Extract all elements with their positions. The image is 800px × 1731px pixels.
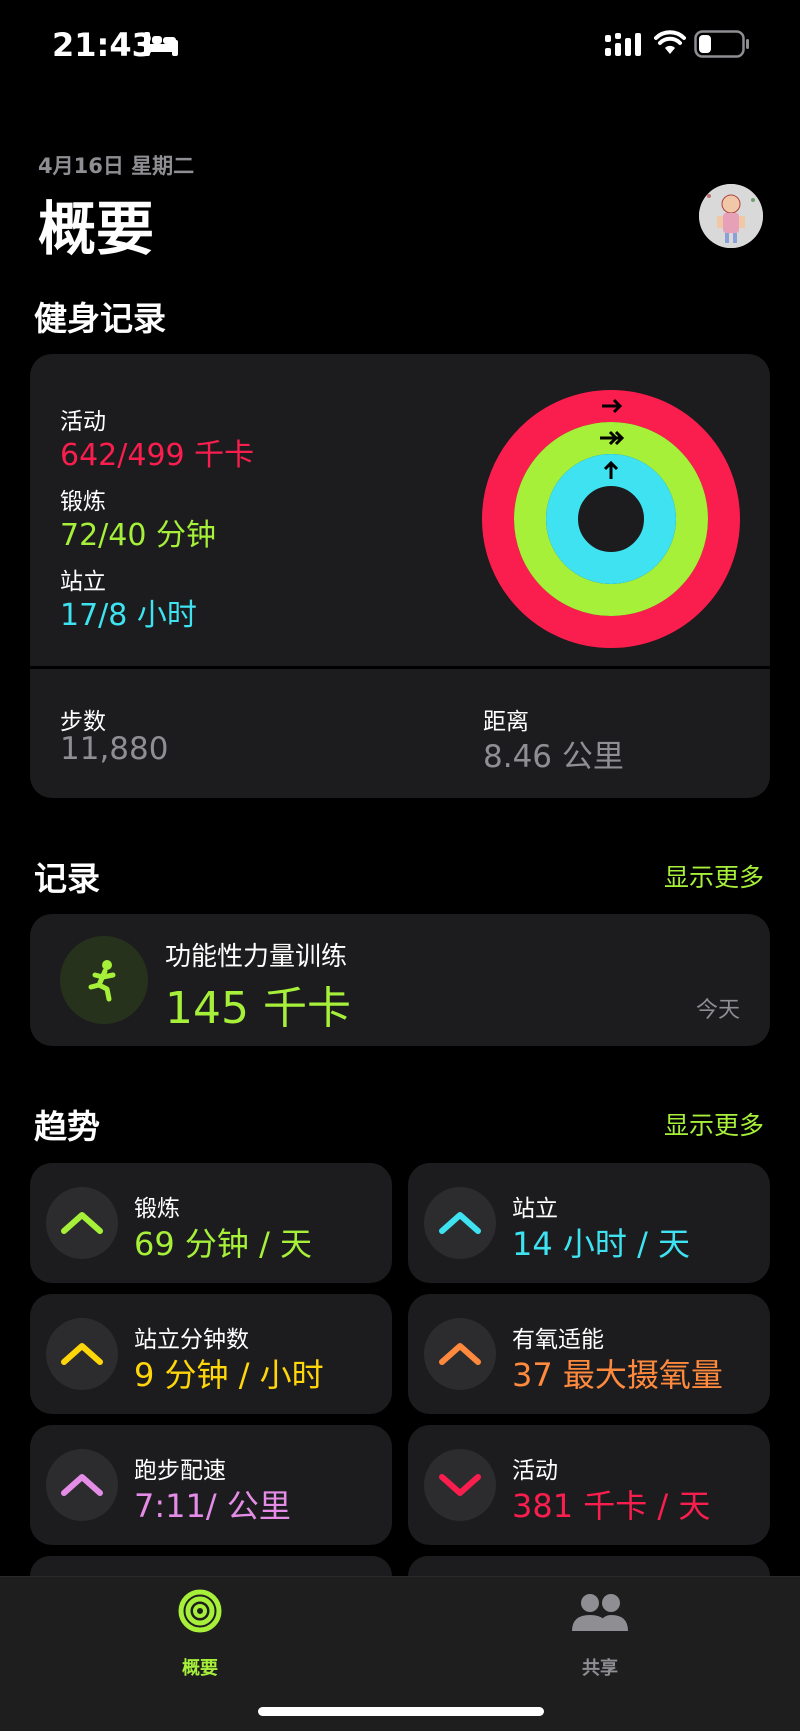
- status-time: 21:43: [52, 26, 154, 64]
- tab-sharing-label: 共享: [582, 1658, 618, 1679]
- trend-value: 381 千卡 / 天: [512, 1487, 711, 1525]
- activity-rings: [482, 390, 740, 648]
- workout-name: 功能性力量训练: [165, 942, 348, 972]
- trend-up-icon: [424, 1318, 496, 1390]
- trends-section-title: 趋势: [34, 1107, 100, 1146]
- trend-value: 69 分钟 / 天: [134, 1225, 313, 1263]
- distance-value: 8.46 公里: [483, 739, 624, 775]
- stand-ring: [546, 454, 676, 584]
- trend-value: 7:11/ 公里: [134, 1487, 291, 1525]
- wifi-icon: [654, 30, 686, 54]
- tab-sharing[interactable]: 共享: [500, 1577, 700, 1687]
- home-indicator: [258, 1707, 544, 1716]
- tab-summary[interactable]: 概要: [100, 1577, 300, 1687]
- trend-card-exercise[interactable]: 锻炼 69 分钟 / 天: [30, 1163, 392, 1283]
- date-label: 4月16日 星期二: [38, 154, 195, 178]
- strength-training-icon: [60, 936, 148, 1024]
- trend-label: 站立分钟数: [134, 1327, 249, 1353]
- exercise-value: 72/40 分钟: [60, 518, 216, 553]
- workout-card[interactable]: 功能性力量训练 145 千卡 今天: [30, 914, 770, 1046]
- avatar-image: [699, 184, 763, 248]
- fitness-section-title: 健身记录: [34, 299, 166, 338]
- sleep-bed-icon: [144, 32, 178, 56]
- trend-value: 14 小时 / 天: [512, 1225, 691, 1263]
- cellular-signal-icon: [605, 33, 641, 56]
- trend-label: 活动: [512, 1458, 558, 1484]
- trend-card-stand-minutes[interactable]: 站立分钟数 9 分钟 / 小时: [30, 1294, 392, 1414]
- workout-value: 145 千卡: [165, 983, 351, 1034]
- trend-card-cardio-fitness[interactable]: 有氧适能 37 最大摄氧量: [408, 1294, 770, 1414]
- rings-icon: [178, 1589, 222, 1633]
- card-divider: [30, 666, 770, 669]
- battery-icon: [694, 30, 749, 58]
- people-icon: [572, 1594, 628, 1631]
- trend-label: 站立: [512, 1196, 558, 1222]
- activity-card[interactable]: 活动 642/499 千卡 锻炼 72/40 分钟 站立 17/8 小时 步数 …: [30, 354, 770, 798]
- page-title: 概要: [38, 195, 155, 263]
- status-bar: 21:43: [0, 0, 800, 92]
- stand-value: 17/8 小时: [60, 598, 197, 633]
- trend-card-running-pace[interactable]: 跑步配速 7:11/ 公里: [30, 1425, 392, 1545]
- trend-value: 9 分钟 / 小时: [134, 1356, 324, 1394]
- trend-value: 37 最大摄氧量: [512, 1356, 723, 1394]
- steps-value: 11,880: [60, 731, 169, 767]
- records-section-title: 记录: [34, 859, 100, 898]
- trend-up-icon: [424, 1187, 496, 1259]
- trends-show-more-link[interactable]: 显示更多: [664, 1106, 764, 1142]
- trend-up-icon: [46, 1449, 118, 1521]
- records-show-more-link[interactable]: 显示更多: [664, 858, 764, 894]
- trend-up-icon: [46, 1187, 118, 1259]
- trend-label: 跑步配速: [134, 1458, 226, 1484]
- move-value: 642/499 千卡: [60, 438, 255, 473]
- trend-down-icon: [424, 1449, 496, 1521]
- trend-card-move[interactable]: 活动 381 千卡 / 天: [408, 1425, 770, 1545]
- trend-card-stand[interactable]: 站立 14 小时 / 天: [408, 1163, 770, 1283]
- avatar[interactable]: [699, 184, 763, 248]
- trend-label: 锻炼: [134, 1196, 180, 1222]
- trend-up-icon: [46, 1318, 118, 1390]
- trend-label: 有氧适能: [512, 1327, 604, 1353]
- workout-date: 今天: [695, 998, 740, 1023]
- tab-summary-label: 概要: [182, 1658, 218, 1679]
